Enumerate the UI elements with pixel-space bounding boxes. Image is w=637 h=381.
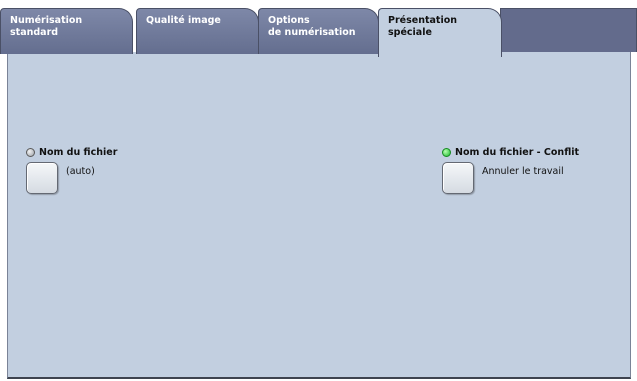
tab-bar-filler [500, 8, 637, 52]
tab-label-line1: Présentation [388, 15, 457, 26]
tab-qualite-image[interactable]: Qualité image [136, 8, 259, 54]
filename-value: (auto) [66, 166, 95, 177]
tab-label-line2: standard [10, 27, 59, 38]
filename-conflict-button-row: Annuler le travail [442, 162, 579, 194]
indicator-on-icon [442, 147, 451, 157]
filename-button[interactable] [26, 162, 58, 194]
filename-conflict-group: Nom du fichier - Conflit Annuler le trav… [442, 146, 579, 194]
filename-label-text: Nom du fichier [39, 146, 118, 158]
filename-button-row: (auto) [26, 162, 117, 194]
tab-presentation-speciale[interactable]: Présentation spéciale [378, 8, 502, 57]
tab-label-line2: spéciale [388, 27, 432, 38]
tab-label-line1: Options [268, 15, 310, 26]
tab-label-line1: Numérisation [10, 15, 83, 26]
filename-conflict-button[interactable] [442, 162, 474, 194]
filename-conflict-value: Annuler le travail [482, 166, 564, 177]
filename-group: Nom du fichier (auto) [26, 146, 117, 194]
presentation-speciale-panel: Nom du fichier (auto) Nom du fichier - C… [7, 52, 631, 379]
tab-bar: Numérisation standard Qualité image Opti… [0, 0, 637, 57]
tab-label-line1: Qualité image [146, 15, 221, 26]
tab-label-line2: de numérisation [268, 27, 356, 38]
tab-numerisation-standard[interactable]: Numérisation standard [0, 8, 133, 54]
indicator-off-icon [26, 147, 35, 157]
tab-options-de-numerisation[interactable]: Options de numérisation [258, 8, 379, 54]
filename-conflict-label-text: Nom du fichier - Conflit [455, 146, 580, 158]
filename-label: Nom du fichier [26, 146, 117, 158]
filename-conflict-label: Nom du fichier - Conflit [442, 146, 579, 158]
